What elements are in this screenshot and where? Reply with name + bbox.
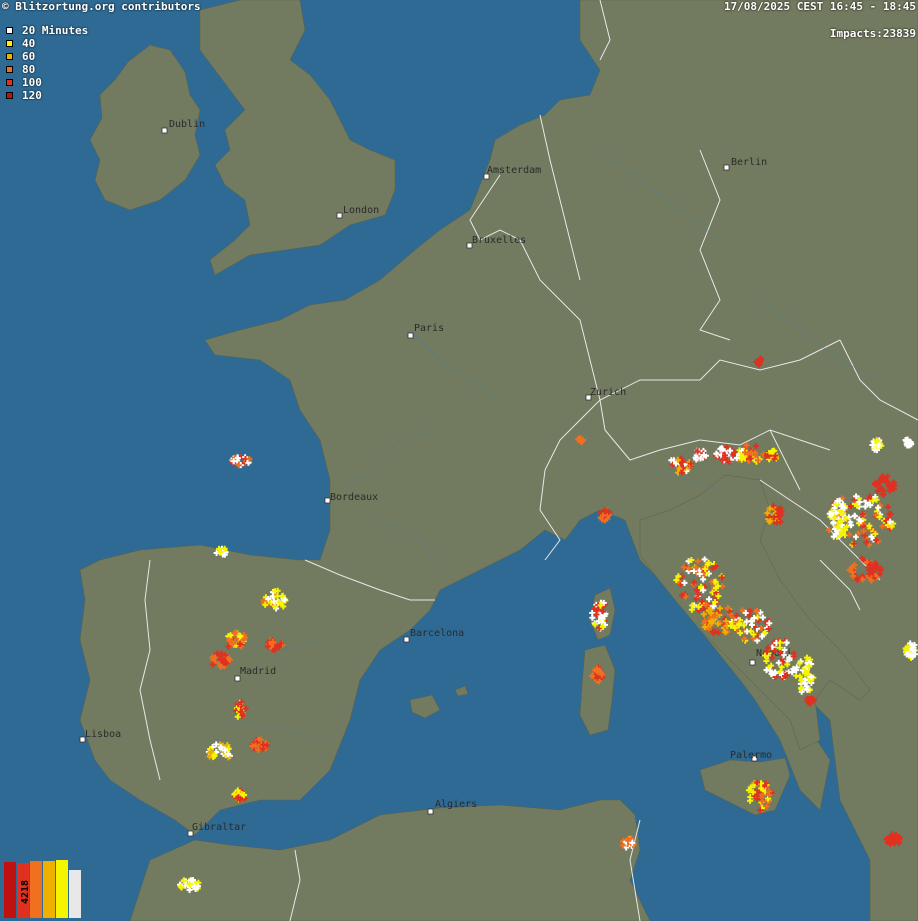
legend-item: 80 — [6, 63, 88, 76]
legend-swatch — [6, 40, 13, 47]
svg-text:Madrid: Madrid — [240, 666, 276, 677]
legend-item: 120 — [6, 89, 88, 102]
credit-text: © Blitzortung.org contributors — [2, 0, 201, 13]
time-range-text: 17/08/2025 CEST 16:45 - 18:45 — [723, 0, 916, 13]
age-legend: 20 Minutes 40 60 80 100 120 — [6, 24, 88, 102]
svg-text:Palermo: Palermo — [730, 750, 772, 761]
histogram-bar — [4, 861, 16, 918]
histogram-bar — [43, 861, 55, 918]
legend-label: 120 — [22, 89, 42, 102]
legend-swatch — [6, 66, 13, 73]
histogram-bar — [30, 860, 42, 918]
svg-text:Zurich: Zurich — [590, 387, 626, 398]
svg-text:London: London — [343, 205, 379, 216]
legend-label: 60 — [22, 50, 36, 63]
activity-histogram: 4218 — [4, 858, 84, 918]
legend-swatch — [6, 27, 13, 34]
impacts-count: Impacts:23839 — [829, 27, 916, 40]
legend-swatch — [6, 79, 13, 86]
svg-text:Barcelona: Barcelona — [410, 628, 464, 639]
svg-text:Dublin: Dublin — [169, 119, 205, 130]
legend-label: 100 — [22, 76, 42, 89]
legend-label: 20 Minutes — [22, 24, 89, 37]
svg-text:Bordeaux: Bordeaux — [330, 492, 378, 503]
svg-text:Bruxelles: Bruxelles — [472, 235, 526, 246]
legend-item: 40 — [6, 37, 88, 50]
svg-text:Paris: Paris — [414, 323, 444, 334]
legend-swatch — [6, 92, 13, 99]
svg-text:Berlin: Berlin — [731, 157, 767, 168]
svg-text:Gibraltar: Gibraltar — [192, 822, 246, 833]
svg-text:Lisboa: Lisboa — [85, 729, 121, 740]
legend-item: 100 — [6, 76, 88, 89]
lightning-map[interactable]: Dublin London Amsterdam Bruxelles Berlin… — [0, 0, 918, 921]
legend-label: 40 — [22, 37, 36, 50]
legend-label: 80 — [22, 63, 36, 76]
city-bordeaux: Bordeaux — [324, 492, 378, 504]
city-palermo: Palermo — [730, 750, 772, 762]
svg-text:Algiers: Algiers — [435, 799, 477, 810]
svg-text:Amsterdam: Amsterdam — [487, 165, 541, 176]
legend-item: 60 — [6, 50, 88, 63]
histogram-bar — [56, 860, 68, 918]
legend-swatch — [6, 53, 13, 60]
legend-item: 20 Minutes — [6, 24, 88, 37]
histogram-bar — [69, 870, 81, 918]
histogram-value: 4218 — [20, 879, 31, 904]
